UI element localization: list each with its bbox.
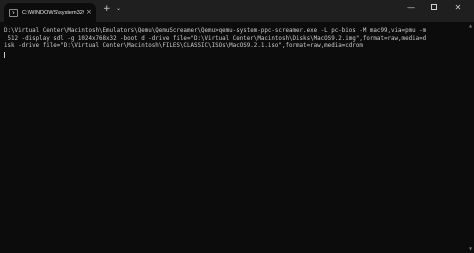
terminal-icon [9,8,18,17]
scroll-down-icon[interactable]: ▼ [469,247,472,251]
maximize-icon [431,4,437,10]
close-window-button[interactable]: ✕ [451,4,465,12]
tab-cmd[interactable]: C:\WINDOWS\system32\cmd.e × [4,3,96,22]
terminal-line: D:\Virtual Center\Macintosh\Emulators\Qe… [4,28,427,34]
vertical-scrollbar[interactable]: ▲ ▼ [468,22,474,253]
terminal-line: isk -drive file="D:\Virtual Center\Macin… [4,43,363,50]
chevron-down-icon[interactable]: ⌄ [116,6,121,12]
cursor-line [4,51,468,62]
terminal-window: C:\WINDOWS\system32\cmd.e × + ⌄ — ✕ D:\V… [0,0,474,253]
new-tab-button[interactable]: + [103,5,111,14]
minimize-button[interactable]: — [404,4,418,12]
terminal-output[interactable]: D:\Virtual Center\Macintosh\Emulators\Qe… [0,22,468,253]
tab-title: C:\WINDOWS\system32\cmd.e [22,9,84,16]
close-tab-icon[interactable]: × [86,9,92,16]
title-bar[interactable]: C:\WINDOWS\system32\cmd.e × + ⌄ — ✕ [0,0,474,22]
scroll-up-icon[interactable]: ▲ [469,24,472,28]
text-cursor [4,51,5,58]
maximize-button[interactable] [427,4,441,12]
terminal-line: 512 -display sdl -g 1024x768x32 -boot d … [4,35,427,42]
